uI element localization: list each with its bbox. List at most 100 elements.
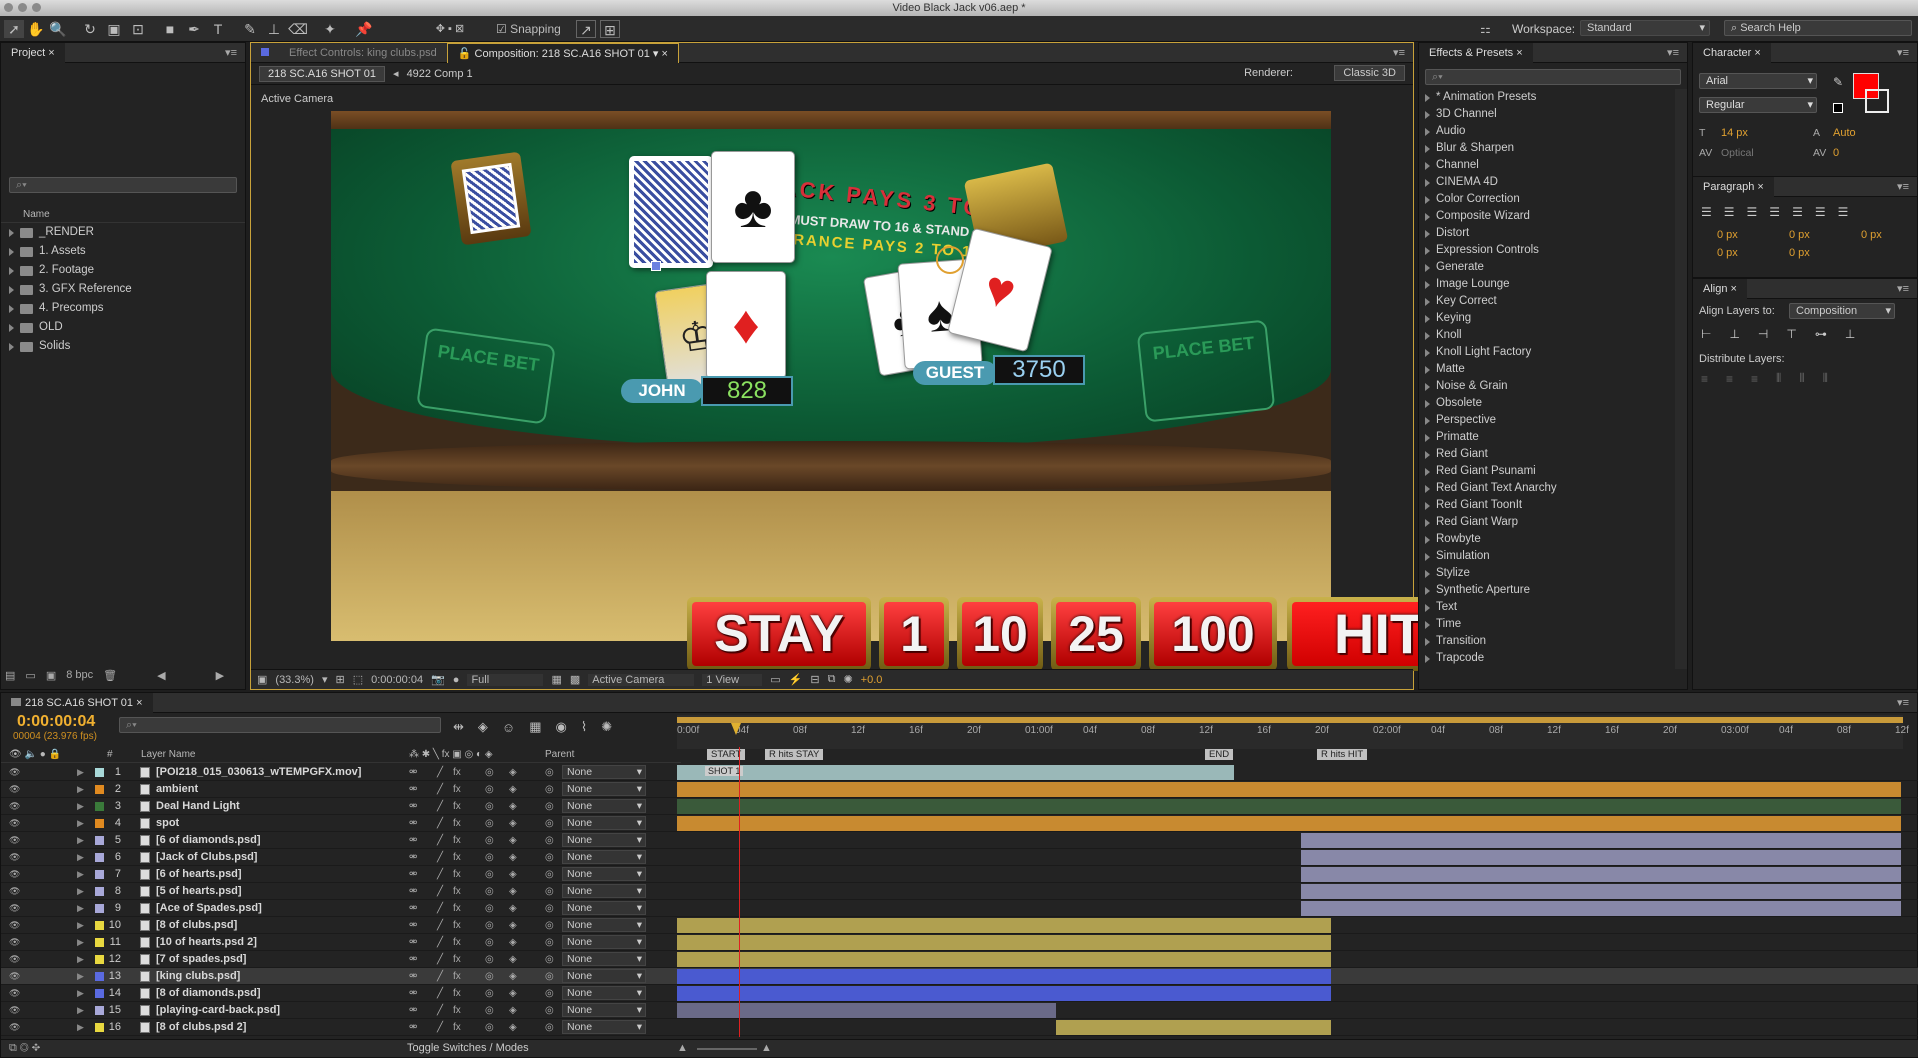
marker-r-hits-stay[interactable]: R hits STAY	[765, 749, 824, 760]
effect-switch-icon[interactable]: fx	[453, 1022, 461, 1033]
3d-layer-switch-icon[interactable]: ◈	[509, 767, 517, 778]
layer-duration-bar[interactable]	[677, 952, 1331, 967]
visibility-eye-icon[interactable]: 👁	[9, 852, 20, 863]
exposure-value[interactable]: +0.0	[861, 674, 883, 686]
indent-right-value[interactable]: 0 px	[1789, 229, 1810, 241]
space-after-value[interactable]: 0 px	[1789, 247, 1810, 259]
justify-all-icon[interactable]: ☰	[1838, 205, 1849, 219]
tab-timeline[interactable]: 218 SC.A16 SHOT 01 ×	[1, 692, 153, 713]
parent-select[interactable]: None ▾	[562, 833, 646, 847]
motion-blur-switch-icon[interactable]: ◎	[485, 869, 494, 880]
expand-triangle-icon[interactable]	[1425, 314, 1430, 323]
label-color-icon[interactable]	[95, 1023, 104, 1032]
safe-zones-icon[interactable]: ⊞	[335, 673, 344, 686]
align-center-icon[interactable]: ☰	[1724, 205, 1735, 219]
effects-category[interactable]: CINEMA 4D	[1419, 174, 1669, 191]
effect-switch-icon[interactable]: fx	[453, 767, 461, 778]
visibility-eye-icon[interactable]: 👁	[9, 954, 20, 965]
visibility-eye-icon[interactable]: 👁	[9, 971, 20, 982]
tab-character[interactable]: Character ×	[1693, 42, 1771, 63]
flowchart-icon[interactable]: ⧉	[828, 673, 836, 686]
new-folder-icon[interactable]: ▭	[25, 669, 35, 682]
layer-name[interactable]: [Jack of Clubs.psd]	[156, 851, 257, 863]
pickwhip-icon[interactable]: ◎	[545, 801, 554, 812]
effects-scrollbar[interactable]	[1675, 89, 1687, 669]
parent-select[interactable]: None ▾	[562, 816, 646, 830]
layer-name[interactable]: [5 of hearts.psd]	[156, 885, 242, 897]
effects-category[interactable]: Trapcode	[1419, 650, 1669, 667]
layer-row[interactable]: 👁 ▶ 13 [king clubs.psd] ⚮ ╱ fx ◎ ◈ ◎ None ▾	[1, 968, 1918, 985]
interpret-footage-icon[interactable]: ▤	[5, 669, 15, 682]
expand-triangle-icon[interactable]	[1425, 229, 1430, 238]
puppet-pin-tool-icon[interactable]: 📌	[354, 20, 374, 38]
visibility-eye-icon[interactable]: 👁	[9, 920, 20, 931]
quality-switch-icon[interactable]: ╱	[437, 835, 443, 846]
bet-1-button[interactable]: 1	[879, 597, 949, 671]
expand-triangle-icon[interactable]	[1425, 433, 1430, 442]
layer-name[interactable]: [8 of clubs.psd]	[156, 919, 237, 931]
3d-layer-switch-icon[interactable]: ◈	[509, 937, 517, 948]
layer-name[interactable]: ambient	[156, 783, 198, 795]
layer-name[interactable]: [playing-card-back.psd]	[156, 1004, 280, 1016]
layer-duration-bar[interactable]	[677, 782, 1901, 797]
project-folder[interactable]: 1. Assets	[1, 242, 231, 261]
layer-row[interactable]: 👁 ▶ 14 [8 of diamonds.psd] ⚮ ╱ fx ◎ ◈ ◎ None ▾	[1, 985, 1918, 1002]
comp-viewer[interactable]: BLACKJACK PAYS 3 TO 2 DEALER MUST DRAW T…	[331, 111, 1331, 641]
parent-select[interactable]: None ▾	[562, 986, 646, 1000]
shy-switch-icon[interactable]: ⚮	[409, 937, 417, 948]
effects-category[interactable]: Red Giant Warp	[1419, 514, 1669, 531]
shy-switch-icon[interactable]: ⚮	[409, 818, 417, 829]
3d-layer-switch-icon[interactable]: ◈	[509, 903, 517, 914]
motion-blur-switch-icon[interactable]: ◎	[485, 886, 494, 897]
3d-layer-switch-icon[interactable]: ◈	[509, 818, 517, 829]
expand-triangle-icon[interactable]	[1425, 416, 1430, 425]
expand-triangle-icon[interactable]	[1425, 331, 1430, 340]
eyedropper-icon[interactable]: ✎	[1833, 75, 1843, 89]
effect-switch-icon[interactable]: fx	[453, 1005, 461, 1016]
bet-25-button[interactable]: 25	[1051, 597, 1141, 671]
expand-triangle-icon[interactable]	[1425, 603, 1430, 612]
parent-select[interactable]: None ▾	[562, 850, 646, 864]
quality-switch-icon[interactable]: ╱	[437, 801, 443, 812]
expand-triangle-icon[interactable]	[1425, 93, 1430, 102]
visibility-eye-icon[interactable]: 👁	[9, 1022, 20, 1033]
expand-triangle-icon[interactable]: ▶	[77, 852, 84, 863]
visibility-eye-icon[interactable]: 👁	[9, 903, 20, 914]
layer-duration-bar[interactable]	[1301, 867, 1901, 882]
views-select[interactable]: 1 View	[702, 673, 763, 686]
panel-menu-icon[interactable]: ▾≡	[1393, 46, 1405, 59]
expand-triangle-icon[interactable]	[1425, 127, 1430, 136]
3d-layer-switch-icon[interactable]: ◈	[509, 988, 517, 999]
tab-effect-controls[interactable]: Effect Controls: king clubs.psd	[251, 43, 447, 63]
shy-switch-icon[interactable]: ⚮	[409, 971, 417, 982]
layer-name[interactable]: spot	[156, 817, 179, 829]
expand-triangle-icon[interactable]	[1425, 654, 1430, 663]
layer-name[interactable]: [10 of hearts.psd 2]	[156, 936, 257, 948]
expand-triangle-icon[interactable]: ▶	[77, 801, 84, 812]
tab-paragraph[interactable]: Paragraph ×	[1693, 176, 1774, 197]
work-area-bar[interactable]	[677, 717, 1903, 723]
project-folder[interactable]: OLD	[1, 318, 231, 337]
effects-category[interactable]: Red Giant Text Anarchy	[1419, 480, 1669, 497]
visibility-eye-icon[interactable]: 👁	[9, 835, 20, 846]
project-folder[interactable]: 4. Precomps	[1, 299, 231, 318]
shy-switch-icon[interactable]: ⚮	[409, 988, 417, 999]
layer-row[interactable]: 👁 ▶ 15 [playing-card-back.psd] ⚮ ╱ fx ◎ ◈ ◎ None ▾	[1, 1002, 1918, 1019]
parent-select[interactable]: None ▾	[562, 952, 646, 966]
minimize-window-icon[interactable]	[18, 3, 27, 12]
effect-switch-icon[interactable]: fx	[453, 988, 461, 999]
expand-triangle-icon[interactable]	[1425, 501, 1430, 510]
pickwhip-icon[interactable]: ◎	[545, 954, 554, 965]
hand-tool-icon[interactable]: ✋	[26, 20, 46, 38]
expand-triangle-icon[interactable]	[1425, 637, 1430, 646]
effects-category[interactable]: Synthetic Aperture	[1419, 582, 1669, 599]
motion-blur-switch-icon[interactable]: ◎	[485, 835, 494, 846]
panel-menu-icon[interactable]: ▾≡	[1897, 282, 1909, 295]
layer-row[interactable]: 👁 ▶ 10 [8 of clubs.psd] ⚮ ╱ fx ◎ ◈ ◎ None ▾	[1, 917, 1918, 934]
shy-switch-icon[interactable]: ⚮	[409, 954, 417, 965]
marker-r-hits-hit[interactable]: R hits HIT	[1317, 749, 1368, 760]
effects-category[interactable]: Blur & Sharpen	[1419, 140, 1669, 157]
shy-switch-icon[interactable]: ⚮	[409, 1022, 417, 1033]
always-preview-icon[interactable]: ▣	[257, 673, 267, 686]
layer-row[interactable]: 👁 ▶ 5 [6 of diamonds.psd] ⚮ ╱ fx ◎ ◈ ◎ None ▾	[1, 832, 1918, 849]
